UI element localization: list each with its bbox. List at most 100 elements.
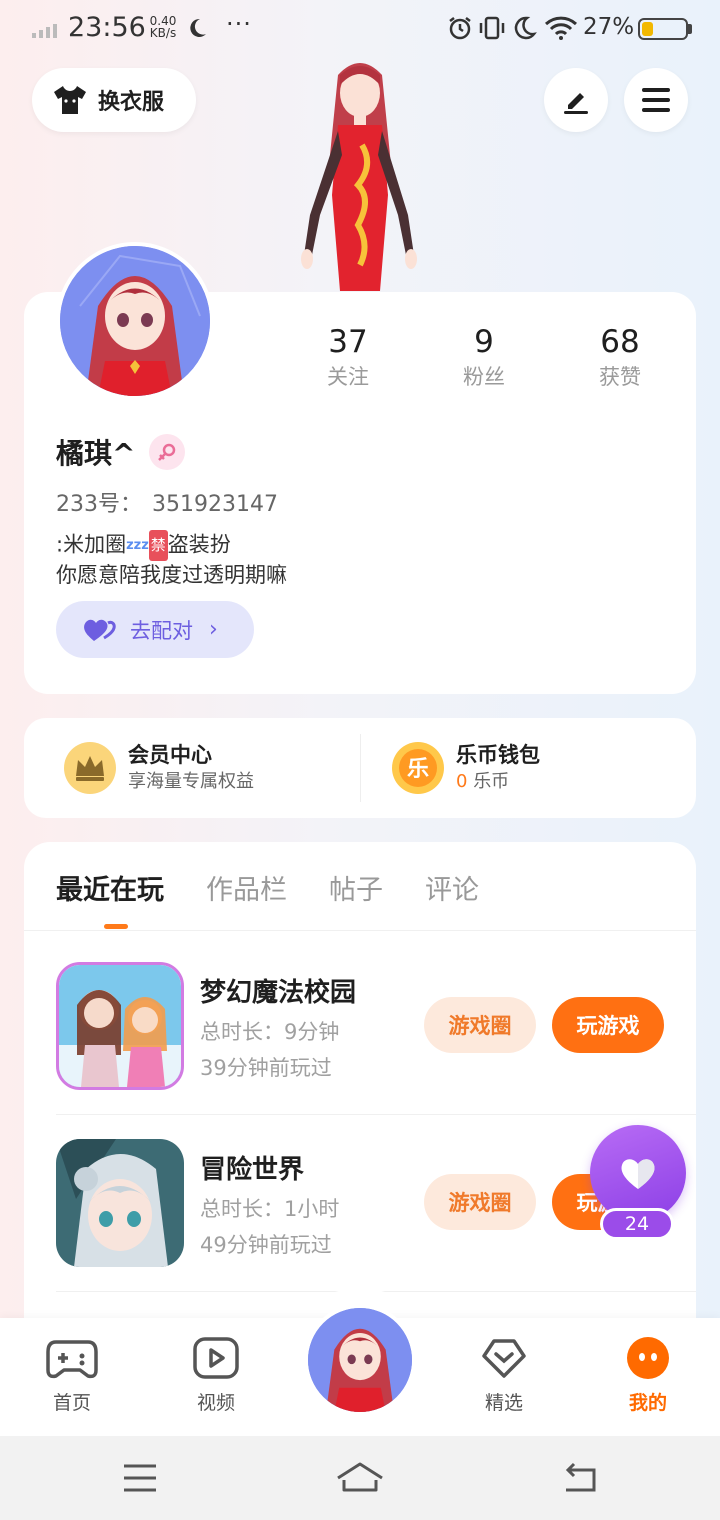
chevron-right-icon: › <box>209 617 218 642</box>
stat-following-value: 37 <box>328 324 368 360</box>
game-thumbnail <box>56 1139 184 1267</box>
bio-line-1: :米加圈zzz 禁盗装扮 <box>56 530 287 561</box>
stat-fans[interactable]: 9 粉丝 <box>416 322 552 402</box>
stat-likes-label: 获赞 <box>599 365 641 389</box>
tab-recently-played[interactable]: 最近在玩 <box>56 868 164 907</box>
diamond-heart-icon <box>482 1339 526 1378</box>
tab-indicator <box>104 924 128 929</box>
battery-icon <box>638 18 688 40</box>
moon-icon <box>514 16 537 40</box>
change-outfit-button[interactable]: 换衣服 <box>32 68 196 132</box>
nav-featured[interactable]: 精选 <box>454 1336 554 1415</box>
divider <box>360 734 361 802</box>
change-outfit-label: 换衣服 <box>98 90 165 115</box>
edit-button[interactable] <box>544 68 608 132</box>
game-circle-button[interactable]: 游戏圈 <box>424 1174 536 1230</box>
user-id-value: 351923147 <box>152 492 278 517</box>
nav-video-label: 视频 <box>196 1392 235 1414</box>
battery-level <box>642 22 653 36</box>
divider <box>56 1114 696 1115</box>
floating-like-button[interactable] <box>590 1125 686 1221</box>
sleep-icon: zzz <box>126 538 149 553</box>
game-name: 梦幻魔法校园 <box>200 978 357 1008</box>
avatar-image <box>308 1308 412 1412</box>
like-count-badge: 24 <box>600 1208 674 1240</box>
more-dots: ··· <box>226 10 252 38</box>
user-id-label: 233号： <box>56 492 142 517</box>
net-speed: 0.40 KB/s <box>146 15 180 39</box>
content-tabs: 最近在玩 作品栏 帖子 评论 <box>56 868 521 907</box>
game-duration: 总时长：9分钟 <box>200 1020 340 1044</box>
moon-icon <box>190 18 206 37</box>
vip-center[interactable]: 会员中心 享海量专属权益 <box>64 740 254 796</box>
bio-line-2: 你愿意陪我度过透明期嘛 <box>56 563 287 587</box>
back-icon[interactable] <box>560 1458 600 1498</box>
coin-icon: 乐 <box>392 742 444 794</box>
nav-home[interactable]: 首页 <box>22 1336 122 1415</box>
nav-center-avatar[interactable] <box>304 1304 416 1416</box>
ban-badge: 禁 <box>148 530 168 561</box>
coin-wallet[interactable]: 乐 乐币钱包 0 乐币 <box>392 740 540 796</box>
bio: :米加圈zzz 禁盗装扮 你愿意陪我度过透明期嘛 <box>56 530 287 590</box>
menu-icon <box>642 88 670 112</box>
member-card: 会员中心 享海量专属权益 乐 乐币钱包 0 乐币 <box>24 718 696 818</box>
clock: 23:56 <box>68 12 146 43</box>
shirt-icon <box>54 86 86 114</box>
stat-following[interactable]: 37 关注 <box>280 322 416 402</box>
stat-following-label: 关注 <box>327 365 369 389</box>
double-heart-icon <box>84 619 116 641</box>
stat-fans-value: 9 <box>474 324 494 360</box>
gamepad-icon <box>46 1340 98 1379</box>
divider <box>24 930 696 931</box>
nav-video[interactable]: 视频 <box>166 1336 266 1415</box>
match-label: 去配对 <box>130 618 193 643</box>
profile-face-icon <box>627 1337 669 1379</box>
user-id: 233号： 351923147 <box>56 486 278 518</box>
stat-likes-value: 68 <box>600 324 640 360</box>
username: 橘琪^ <box>56 437 136 470</box>
avatar-character[interactable] <box>280 55 440 295</box>
home-icon[interactable] <box>336 1458 384 1498</box>
coin-glyph: 乐 <box>407 757 429 782</box>
game-circle-button[interactable]: 游戏圈 <box>424 997 536 1053</box>
avatar-image <box>60 246 210 396</box>
tab-posts[interactable]: 帖子 <box>329 868 383 907</box>
wallet-unit: 乐币 <box>473 771 510 792</box>
wallet-title: 乐币钱包 <box>456 743 540 767</box>
wallet-balance: 0 乐币 <box>456 769 540 795</box>
play-icon <box>193 1337 239 1379</box>
menu-button[interactable] <box>624 68 688 132</box>
game-duration: 总时长：1小时 <box>200 1197 340 1221</box>
nav-mine[interactable]: 我的 <box>598 1336 698 1415</box>
nav-mine-label: 我的 <box>628 1392 667 1414</box>
heart-icon <box>621 1159 655 1189</box>
vibrate-icon <box>479 16 505 40</box>
stat-likes[interactable]: 68 获赞 <box>552 322 688 402</box>
bio-text: :米加圈 <box>56 532 127 557</box>
match-button[interactable]: 去配对 › <box>56 601 254 658</box>
list-item[interactable]: 梦幻魔法校园 总时长：9分钟 39分钟前玩过 游戏圈 玩游戏 <box>56 962 696 1112</box>
alarm-icon <box>449 17 471 40</box>
stat-fans-label: 粉丝 <box>463 365 505 389</box>
bio-text: 盗装扮 <box>167 532 231 557</box>
game-thumbnail <box>59 965 181 1087</box>
female-icon <box>149 434 186 470</box>
play-game-button[interactable]: 玩游戏 <box>552 997 664 1053</box>
game-icon <box>56 1139 184 1267</box>
vip-title: 会员中心 <box>128 743 212 767</box>
wallet-amount: 0 <box>456 771 468 792</box>
battery-tip <box>688 24 692 34</box>
tab-comments[interactable]: 评论 <box>425 868 479 907</box>
tab-works[interactable]: 作品栏 <box>206 868 287 907</box>
game-icon <box>56 962 184 1090</box>
status-bar: 23:56 0.40 KB/s ··· 27% <box>0 0 720 58</box>
avatar[interactable] <box>56 242 214 400</box>
signal-icon <box>32 24 57 38</box>
system-nav-bar <box>0 1436 720 1520</box>
nav-featured-label: 精选 <box>484 1392 523 1414</box>
wifi-icon <box>544 16 578 40</box>
recent-apps-icon[interactable] <box>120 1458 160 1498</box>
game-last-played: 49分钟前玩过 <box>200 1233 332 1257</box>
crown-icon <box>64 742 116 794</box>
vip-subtitle: 享海量专属权益 <box>128 771 254 792</box>
